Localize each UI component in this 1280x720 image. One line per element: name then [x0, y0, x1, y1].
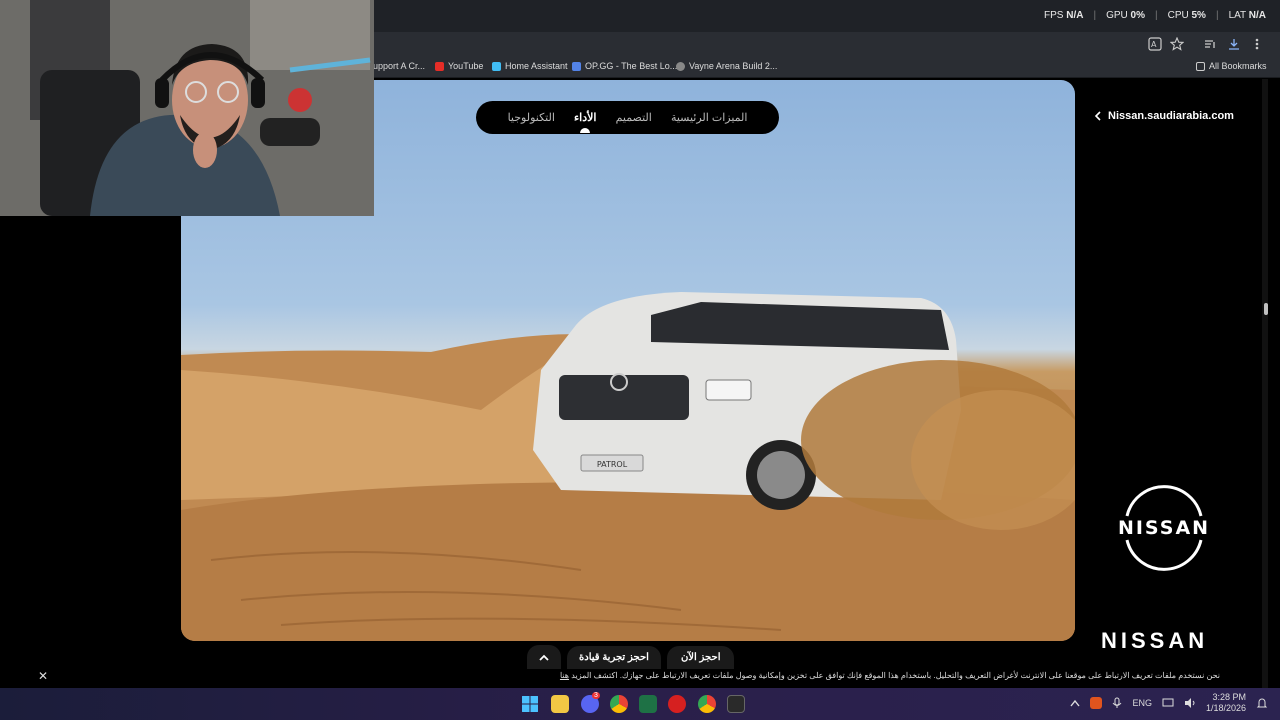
- chevron-up-icon[interactable]: [1070, 699, 1080, 707]
- clock-date: 1/18/2026: [1205, 703, 1246, 713]
- tray-app-icon[interactable]: [1090, 697, 1103, 709]
- nissan-logo: NISSAN: [1118, 485, 1210, 571]
- chevron-left-icon: [1094, 111, 1101, 121]
- microphone-icon[interactable]: [1112, 697, 1122, 709]
- section-nav: الميزات الرئيسية التصميم الأداء التكنولو…: [476, 101, 779, 134]
- chrome-profile-icon[interactable]: [698, 695, 716, 713]
- excel-icon[interactable]: [639, 695, 657, 713]
- volume-icon[interactable]: [1184, 697, 1196, 709]
- clock[interactable]: 3:28 PM 1/18/2026: [1206, 692, 1246, 714]
- active-indicator: [580, 128, 591, 133]
- nav-features[interactable]: الميزات الرئيسية: [671, 111, 748, 124]
- gpu-label: GPU: [1106, 10, 1128, 21]
- discord-badge: 3: [592, 692, 600, 699]
- nav-performance-label: الأداء: [573, 112, 597, 124]
- folder-icon: [1196, 61, 1205, 71]
- logo-text: NISSAN: [1118, 517, 1210, 539]
- chrome-icon[interactable]: [610, 695, 628, 713]
- app-red-icon[interactable]: [668, 695, 686, 713]
- bookmark-home-assistant[interactable]: Home Assistant: [492, 61, 568, 71]
- book-now-button[interactable]: احجز الآن: [666, 645, 735, 669]
- cookie-banner: ✕ نحن نستخدم ملفات تعريف الارتباط على مو…: [30, 668, 1250, 686]
- site-link-label: Nissan.saudiarabia.com: [1108, 110, 1234, 122]
- gpu-value: 0%: [1130, 10, 1145, 21]
- scrollbar[interactable]: [1262, 79, 1268, 688]
- bookmark-label: YouTube: [448, 61, 484, 71]
- all-bookmarks-label: All Bookmarks: [1209, 61, 1267, 71]
- display-icon[interactable]: [1162, 697, 1174, 709]
- bookmark-label: OP.GG - The Best Lo...: [585, 61, 678, 71]
- globe-icon: [676, 61, 685, 71]
- bookmark-youtube[interactable]: YouTube: [435, 61, 483, 71]
- chevron-up-icon: [539, 654, 549, 661]
- bookmark-item[interactable]: upport A Cr...: [373, 61, 425, 71]
- epic-games-icon[interactable]: [727, 695, 745, 713]
- performance-overlay: FPS N/A | GPU 0% | CPU 5% | LAT N/A: [1044, 10, 1266, 21]
- translate-icon[interactable]: A: [1148, 37, 1162, 51]
- scroll-up-button[interactable]: [527, 645, 561, 669]
- bookmark-star-icon[interactable]: [1170, 37, 1184, 51]
- bookmark-label: Vayne Arena Build 2...: [689, 61, 778, 71]
- scrollbar-thumb[interactable]: [1264, 303, 1268, 315]
- file-explorer-icon[interactable]: [551, 695, 569, 713]
- windows-taskbar: 3 ENG 3:28 PM 1/18/2026: [0, 688, 1280, 720]
- nav-performance[interactable]: الأداء: [573, 111, 597, 133]
- webcam-overlay: [0, 0, 374, 216]
- opgg-icon: [572, 61, 581, 71]
- clock-time: 3:28 PM: [1212, 692, 1246, 702]
- system-tray: ENG 3:28 PM 1/18/2026: [1070, 692, 1268, 714]
- test-drive-button[interactable]: احجز تجربة قيادة: [567, 645, 661, 669]
- cpu-value: 5%: [1191, 10, 1206, 21]
- windows-start-icon[interactable]: [521, 695, 539, 713]
- media-controls-icon[interactable]: [1203, 37, 1217, 51]
- nav-technology[interactable]: التكنولوجيا: [508, 111, 555, 124]
- cookie-message: نحن نستخدم ملفات تعريف الارتباط على موقع…: [560, 671, 1220, 680]
- nissan-wordmark: NISSAN: [1101, 628, 1209, 653]
- bookmark-opgg[interactable]: OP.GG - The Best Lo...: [572, 61, 677, 71]
- cpu-label: CPU: [1167, 10, 1189, 21]
- youtube-icon: [435, 61, 444, 71]
- action-bar: احجز تجربة قيادة احجز الآن: [527, 645, 735, 669]
- all-bookmarks[interactable]: All Bookmarks: [1196, 61, 1267, 71]
- svg-text:A: A: [1151, 40, 1157, 49]
- lat-label: LAT: [1228, 10, 1246, 21]
- close-icon[interactable]: ✕: [38, 669, 48, 683]
- home-assistant-icon: [492, 61, 501, 71]
- cookie-link[interactable]: هنا: [560, 671, 569, 680]
- downloads-icon[interactable]: [1227, 37, 1241, 51]
- language-indicator[interactable]: ENG: [1132, 698, 1152, 708]
- notification-bell-icon[interactable]: [1256, 697, 1268, 709]
- bookmark-vayne[interactable]: Vayne Arena Build 2...: [676, 61, 777, 71]
- streamer-webcam-image: [0, 0, 374, 216]
- lat-value: N/A: [1248, 10, 1266, 21]
- bookmark-label: Home Assistant: [505, 61, 568, 71]
- menu-kebab-icon[interactable]: [1252, 37, 1262, 51]
- nav-design[interactable]: التصميم: [616, 111, 652, 124]
- cookie-text: نحن نستخدم ملفات تعريف الارتباط على موقع…: [571, 671, 1220, 680]
- bookmark-label: upport A Cr...: [373, 61, 426, 71]
- grille: [559, 375, 689, 420]
- license-plate-text: PATROL: [597, 460, 628, 469]
- fps-value: N/A: [1066, 10, 1084, 21]
- site-link[interactable]: Nissan.saudiarabia.com: [1094, 110, 1234, 122]
- fps-label: FPS: [1044, 10, 1064, 21]
